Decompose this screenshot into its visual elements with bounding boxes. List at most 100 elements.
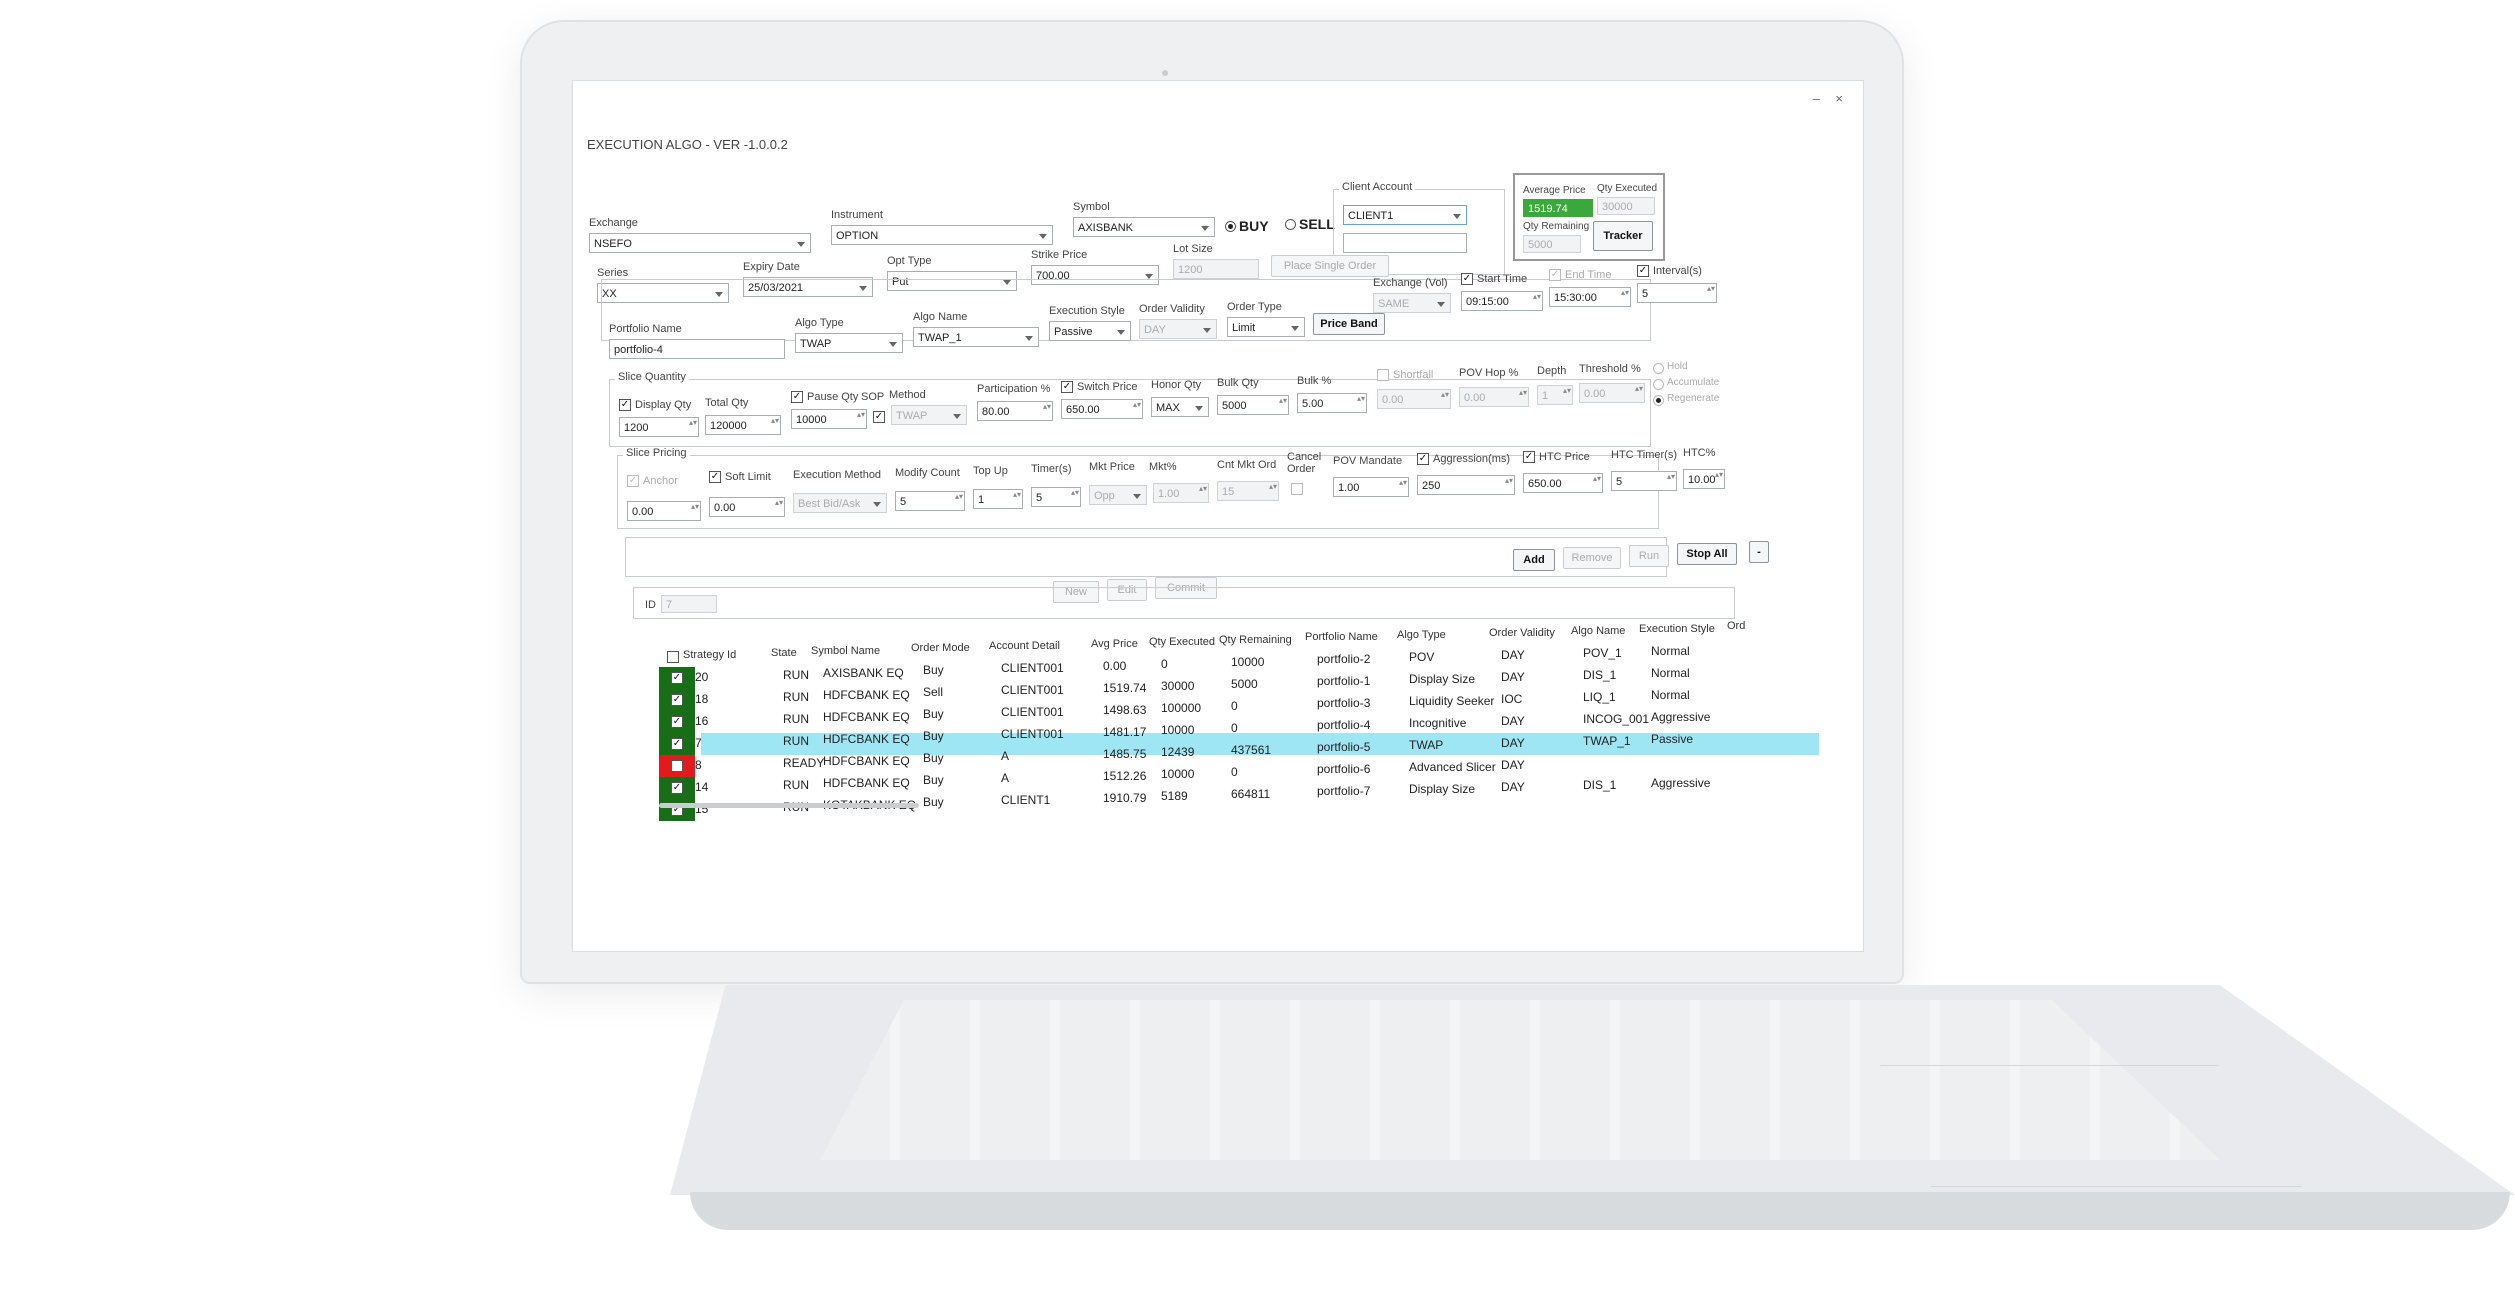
column-header[interactable]: Algo Type — [1397, 629, 1446, 641]
portfolio-field[interactable]: portfolio-4 — [609, 339, 785, 359]
bulk-qty-field[interactable]: 5000 — [1217, 395, 1289, 415]
collapse-button[interactable]: - — [1749, 541, 1769, 563]
interval-checkbox[interactable]: ✓ — [1637, 265, 1649, 277]
regenerate-radio[interactable] — [1653, 395, 1664, 406]
method-select[interactable]: TWAP — [891, 405, 967, 425]
client-account-select[interactable]: CLIENT1 — [1343, 205, 1467, 225]
row-checkbox[interactable]: ✓ — [671, 672, 683, 684]
cancel-order-checkbox[interactable] — [1291, 483, 1303, 495]
pause-qty-checkbox[interactable]: ✓ — [791, 391, 803, 403]
threshold-field[interactable]: 0.00 — [1579, 383, 1645, 403]
cell-validity: DAY — [1501, 758, 1525, 772]
algo-type-select[interactable]: TWAP — [795, 333, 903, 353]
algo-name-select[interactable]: TWAP_1 — [913, 327, 1039, 347]
start-time-checkbox[interactable]: ✓ — [1461, 273, 1473, 285]
order-type-select[interactable]: Limit — [1227, 317, 1305, 337]
column-header[interactable]: Ord — [1727, 620, 1745, 632]
start-time-field[interactable]: 09:15:00 — [1461, 291, 1543, 311]
run-button[interactable]: Run — [1629, 545, 1669, 567]
switch-price-checkbox[interactable]: ✓ — [1061, 381, 1073, 393]
pov-hop-field[interactable]: 0.00 — [1459, 387, 1529, 407]
column-header[interactable]: Strategy Id — [683, 649, 736, 661]
aggression-label: Aggression(ms) — [1433, 453, 1511, 465]
mkt-price-select[interactable]: Opp — [1089, 485, 1147, 505]
aggression-field[interactable]: 250 — [1417, 475, 1515, 495]
interval-field[interactable]: 5 — [1637, 283, 1717, 303]
exec-method-select[interactable]: Best Bid/Ask — [793, 493, 887, 513]
tracker-button[interactable]: Tracker — [1593, 221, 1653, 251]
timer-field[interactable]: 5 — [1031, 487, 1081, 507]
method-label: Method — [889, 389, 926, 401]
accumulate-radio[interactable] — [1653, 379, 1664, 390]
participation-field[interactable]: 80.00 — [977, 401, 1053, 421]
id-field[interactable]: 7 — [661, 595, 717, 613]
aggression-checkbox[interactable]: ✓ — [1417, 453, 1429, 465]
sop-checkbox[interactable]: ✓ — [873, 411, 885, 423]
window-controls[interactable]: – × — [1813, 91, 1849, 106]
order-validity-select[interactable]: DAY — [1139, 319, 1217, 339]
column-header[interactable]: State — [771, 647, 797, 659]
instrument-select[interactable]: OPTION — [831, 225, 1053, 245]
end-time-checkbox[interactable]: ✓ — [1549, 269, 1561, 281]
row-checkbox[interactable]: ✓ — [671, 716, 683, 728]
column-header[interactable]: Portfolio Name — [1305, 631, 1378, 643]
htc-timer-field[interactable]: 5 — [1611, 471, 1677, 491]
display-qty-field[interactable]: 1200 — [619, 417, 699, 437]
anchor-field[interactable]: 0.00 — [627, 501, 701, 521]
table-row[interactable]: ✓ 18 RUN HDFCBANK EQ Sell CLIENT001 1519.74 300… — [659, 666, 1819, 711]
row-checkbox[interactable]: ✓ — [671, 782, 683, 794]
table-row[interactable]: 8 READY HDFCBANK EQ Buy A 1485.75 12439 437561 p… — [659, 732, 1819, 777]
row-checkbox[interactable] — [671, 760, 683, 772]
row-checkbox[interactable]: ✓ — [671, 738, 683, 750]
column-header[interactable]: Order Mode — [911, 642, 970, 654]
shortfall-checkbox[interactable] — [1377, 369, 1389, 381]
column-header[interactable]: Symbol Name — [811, 645, 880, 657]
select-all-checkbox[interactable] — [667, 651, 679, 663]
buy-radio[interactable] — [1225, 221, 1236, 232]
symbol-select[interactable]: AXISBANK — [1073, 217, 1215, 237]
column-header[interactable]: Order Validity — [1489, 627, 1555, 639]
mkt-pct-field[interactable]: 1.00 — [1153, 483, 1209, 503]
total-qty-field[interactable]: 120000 — [705, 415, 781, 435]
pov-mandate-field[interactable]: 1.00 — [1333, 477, 1409, 497]
cell-avg: 1519.74 — [1103, 681, 1147, 695]
htc-pct-field[interactable]: 10.00 — [1683, 469, 1725, 489]
sell-radio[interactable] — [1285, 219, 1296, 230]
exchange-vol-select[interactable]: SAME — [1373, 293, 1451, 313]
stop-all-button[interactable]: Stop All — [1677, 543, 1737, 565]
cell-state: READY — [783, 755, 825, 770]
soft-limit-field[interactable]: 0.00 — [709, 497, 785, 517]
bulk-pct-field[interactable]: 5.00 — [1297, 393, 1367, 413]
column-header[interactable]: Qty Executed — [1149, 636, 1215, 648]
horizontal-scrollbar[interactable] — [659, 803, 919, 808]
display-qty-checkbox[interactable]: ✓ — [619, 399, 631, 411]
end-time-field[interactable]: 15:30:00 — [1549, 287, 1631, 307]
column-header[interactable]: Avg Price — [1091, 638, 1138, 650]
hold-radio[interactable] — [1653, 363, 1664, 374]
price-band-button[interactable]: Price Band — [1313, 313, 1385, 335]
cnt-mkt-ord-field[interactable]: 15 — [1217, 481, 1279, 501]
exchange-select[interactable]: NSEFO — [589, 233, 811, 253]
column-header[interactable]: Algo Name — [1571, 625, 1625, 637]
client-account-detail[interactable] — [1343, 233, 1467, 253]
htc-price-field[interactable]: 650.00 — [1523, 473, 1603, 493]
soft-limit-checkbox[interactable]: ✓ — [709, 471, 721, 483]
top-up-field[interactable]: 1 — [973, 489, 1023, 509]
add-button[interactable]: Add — [1513, 549, 1555, 571]
column-header[interactable]: Qty Remaining — [1219, 634, 1292, 646]
depth-field[interactable]: 1 — [1537, 385, 1573, 405]
remove-button[interactable]: Remove — [1563, 547, 1621, 569]
shortfall-field[interactable]: 0.00 — [1377, 389, 1451, 409]
cell-portfolio: portfolio-2 — [1317, 652, 1371, 667]
pause-qty-field[interactable]: 10000 — [791, 409, 867, 429]
row-checkbox[interactable]: ✓ — [671, 694, 683, 706]
modify-count-field[interactable]: 5 — [895, 491, 965, 511]
htc-price-checkbox[interactable]: ✓ — [1523, 451, 1535, 463]
anchor-checkbox[interactable]: ✓ — [627, 475, 639, 487]
column-header[interactable]: Account Detail — [989, 640, 1060, 652]
exec-style-select[interactable]: Passive — [1049, 321, 1131, 341]
place-single-order-button[interactable]: Place Single Order — [1271, 255, 1389, 277]
honor-qty-select[interactable]: MAX — [1151, 397, 1209, 417]
switch-price-field[interactable]: 650.00 — [1061, 399, 1143, 419]
column-header[interactable]: Execution Style — [1639, 623, 1715, 635]
